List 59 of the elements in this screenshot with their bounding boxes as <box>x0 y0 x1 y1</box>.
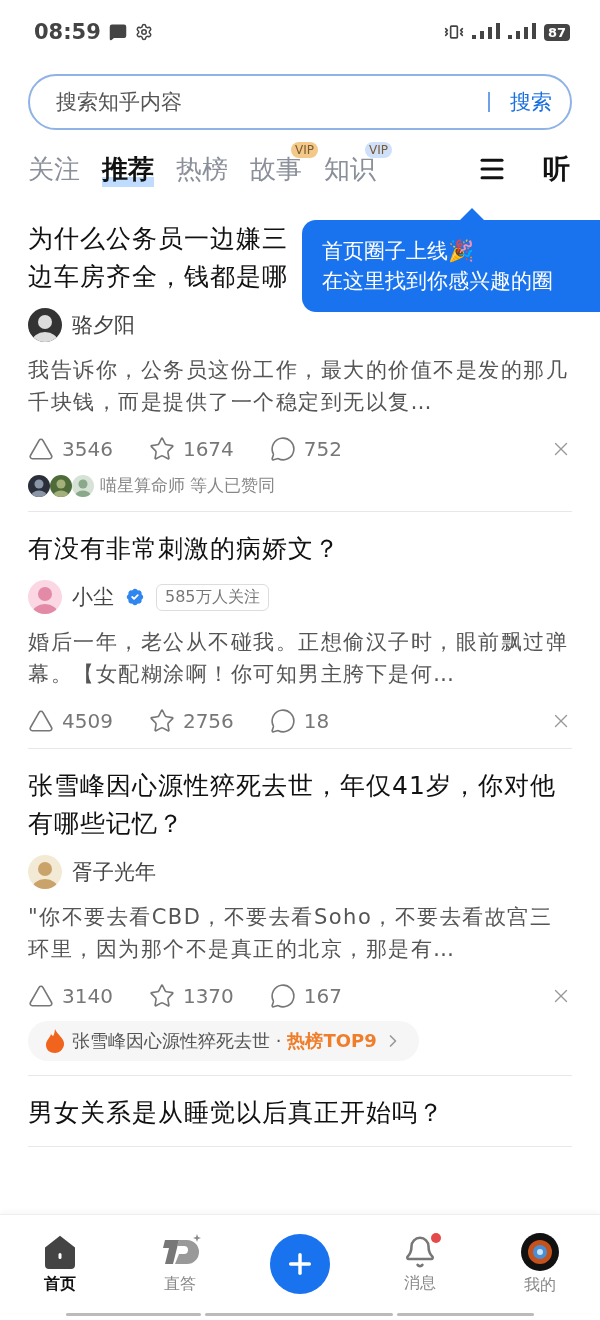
upvote-icon[interactable] <box>28 436 54 462</box>
listen-button[interactable]: 听 <box>543 151 570 187</box>
hot-rank: 热榜TOP9 <box>287 1029 377 1053</box>
upvote-count: 3140 <box>62 984 113 1008</box>
question-title[interactable]: 有没有非常刺激的病娇文？ <box>28 530 572 568</box>
favorite-count: 2756 <box>182 709 234 733</box>
comment-icon[interactable] <box>269 983 296 1009</box>
follower-count: 585万人关注 <box>156 583 269 611</box>
comment-icon[interactable] <box>269 708 296 734</box>
avatar <box>28 580 62 614</box>
hot-topic-text: 张雪峰因心源性猝死去世 · <box>72 1029 282 1053</box>
author-name[interactable]: 骆夕阳 <box>72 311 135 339</box>
answer-excerpt[interactable]: 我告诉你，公务员这份工作，最大的价值不是发的那几千块钱，而是提供了一个稳定到无以复… <box>28 354 572 418</box>
tooltip-text: 在这里找到你感兴趣的圈 <box>322 268 554 295</box>
search-button[interactable]: 搜索 <box>510 88 552 116</box>
upvote-count: 3546 <box>62 437 113 461</box>
favorite-count: 1370 <box>182 984 234 1008</box>
clock: 08:59 <box>34 20 101 44</box>
avatar <box>521 1232 559 1271</box>
nav-tab[interactable]: 消息 <box>404 1272 436 1294</box>
search-field[interactable]: 搜索知乎内容 搜索 <box>28 74 572 130</box>
vibrate-icon <box>443 22 464 42</box>
nav-tab[interactable]: 直答 <box>164 1273 196 1295</box>
avatar <box>28 855 62 889</box>
author-name[interactable]: 小尘 <box>72 583 114 611</box>
battery-level: 87 <box>543 23 570 41</box>
avatar <box>72 474 94 497</box>
comment-count: 752 <box>303 437 342 461</box>
hot-topic-chip[interactable]: 张雪峰因心源性猝死去世 · 热榜TOP9 <box>28 1021 419 1061</box>
comment-count: 167 <box>303 984 342 1008</box>
vip-badge: VIP <box>365 141 392 158</box>
avatar <box>28 474 50 497</box>
vip-badge: VIP <box>291 141 318 158</box>
upvote-icon[interactable] <box>28 708 54 734</box>
answer-excerpt[interactable]: 婚后一年，老公从不碰我。正想偷汉子时，眼前飘过弹幕。【女配糊涂啊！你可知男主胯下是何… <box>28 626 572 690</box>
upvote-count: 4509 <box>62 709 113 733</box>
favorite-count: 1674 <box>182 437 234 461</box>
question-title[interactable]: 张雪峰因心源性猝死去世，年仅41岁，你对他有哪些记忆？ <box>28 767 572 843</box>
upvote-icon[interactable] <box>28 983 54 1009</box>
question-title[interactable]: 男女关系是从睡觉以后真正开始吗？ <box>28 1094 572 1132</box>
answer-excerpt[interactable]: "你不要去看CBD，不要去看Soho，不要去看故宫三环里，因为那个不是真正的北京，那是有… <box>28 901 572 965</box>
settings-icon <box>134 23 153 41</box>
avatar <box>28 308 62 342</box>
create-button[interactable] <box>270 1234 330 1294</box>
signal-icon <box>471 23 536 41</box>
flame-icon <box>44 1029 66 1053</box>
star-icon[interactable] <box>148 708 175 734</box>
comment-count: 18 <box>303 709 330 733</box>
bell-icon <box>403 1234 437 1269</box>
star-icon[interactable] <box>148 436 175 462</box>
chat-bubble-icon <box>108 23 127 41</box>
tooltip-title: 首页圈子上线🎉 <box>322 238 475 265</box>
nav-tab[interactable]: 我的 <box>524 1274 556 1296</box>
star-icon[interactable] <box>148 983 175 1009</box>
comment-icon[interactable] <box>269 436 296 462</box>
nav-tab[interactable]: 首页 <box>44 1273 76 1295</box>
author-name[interactable]: 胥子光年 <box>72 858 156 886</box>
avatar <box>50 474 72 497</box>
liked-by-text: 喵星算命师 等人已赞同 <box>100 474 276 497</box>
